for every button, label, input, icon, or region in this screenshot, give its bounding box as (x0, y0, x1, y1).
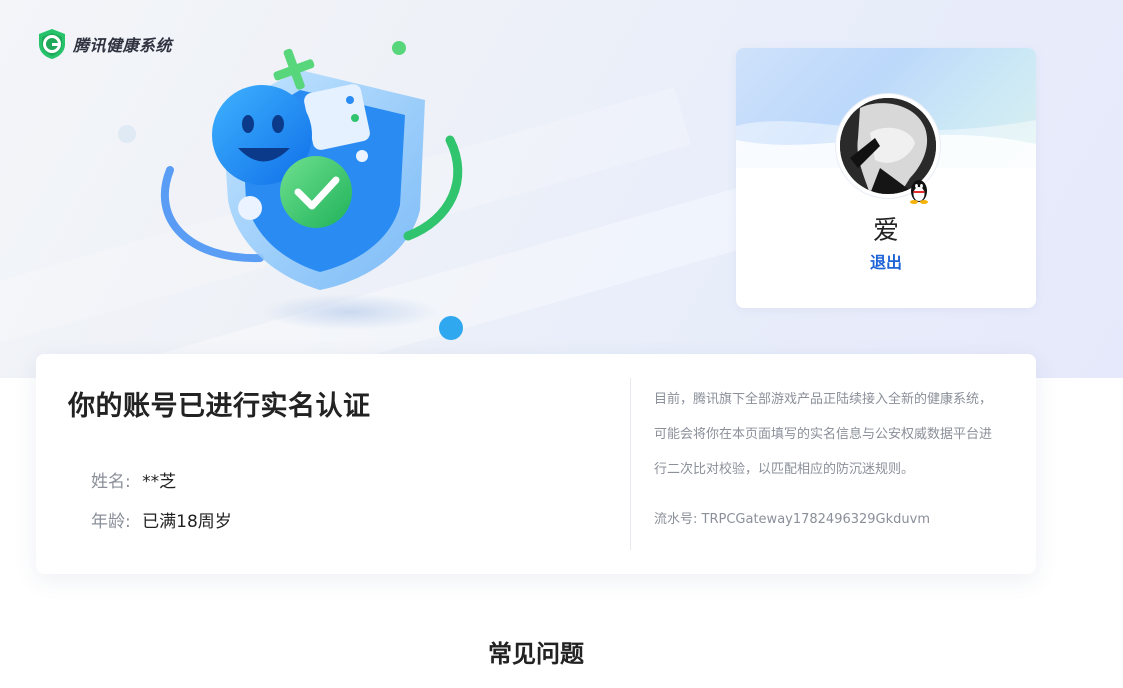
faq-title: 常见问题 (488, 640, 584, 668)
age-row: 年龄: 已满18周岁 (91, 507, 232, 532)
user-nickname: 爱 (872, 216, 899, 246)
divider (630, 378, 631, 550)
health-system-notice: 目前，腾讯旗下全部游戏产品正陆续接入全新的健康系统，可能会将你在本页面填写的实名… (654, 392, 993, 477)
serial-label: 流水号: (654, 512, 698, 527)
decor-bubble (118, 125, 136, 143)
name-row: 姓名: **芝 (91, 467, 176, 492)
decor-bubble (439, 316, 463, 340)
profile-card: 爱 退出 (736, 48, 1036, 308)
qq-penguin-icon (910, 180, 928, 204)
name-value: **芝 (142, 472, 177, 492)
serial-value: TRPCGateway1782496329Gkduvm (701, 512, 931, 527)
verification-card: 你的账号已进行实名认证 姓名: **芝 年龄: 已满18周岁 目前，腾讯旗下全部… (36, 354, 1036, 574)
verification-title: 你的账号已进行实名认证 (68, 391, 371, 422)
name-label: 姓名: (91, 472, 131, 492)
security-shield-illustration (161, 41, 463, 330)
hero-banner: 腾讯健康系统 爱 退出 (0, 0, 1123, 378)
health-shield-logo-icon (39, 29, 65, 59)
age-label: 年龄: (91, 512, 131, 532)
serial-number: 流水号: TRPCGateway1782496329Gkduvm (654, 508, 930, 527)
logout-button[interactable]: 退出 (736, 249, 1036, 273)
age-value: 已满18周岁 (142, 512, 232, 532)
